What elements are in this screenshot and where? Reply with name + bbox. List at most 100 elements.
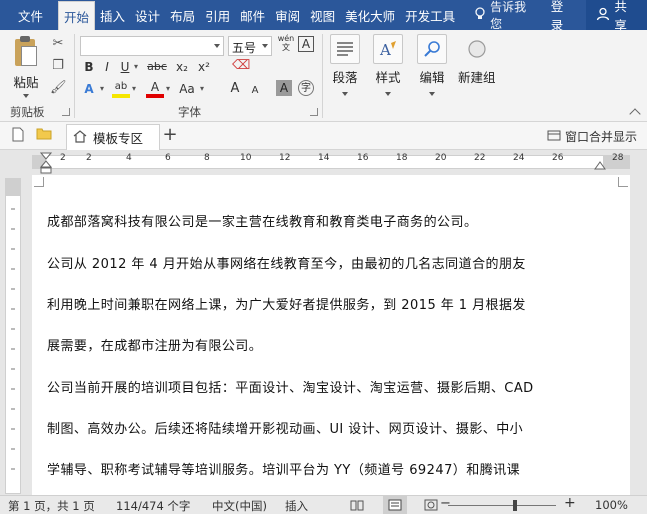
ruler-tick: 12 bbox=[279, 153, 291, 163]
format-painter-icon[interactable]: 🖌 bbox=[50, 80, 67, 96]
merge-windows-button[interactable]: 窗口合并显示 bbox=[547, 128, 637, 145]
phonetic-guide-button[interactable]: wén 文 bbox=[276, 34, 296, 52]
ruler-tick: 8 bbox=[204, 153, 210, 163]
highlight-button[interactable]: ab bbox=[112, 78, 130, 98]
clear-formatting-icon[interactable]: ⌫ bbox=[232, 58, 250, 74]
font-name-combo[interactable] bbox=[80, 36, 224, 56]
tab-design[interactable]: 设计 bbox=[130, 0, 165, 30]
share-button[interactable]: 共享 bbox=[586, 0, 647, 33]
editing-button[interactable]: 编辑 bbox=[417, 34, 447, 96]
chevron-down-icon[interactable]: ▾ bbox=[164, 81, 172, 97]
tab-file[interactable]: 文件 bbox=[0, 0, 58, 30]
web-layout-icon[interactable] bbox=[424, 499, 438, 514]
shrink-font-button[interactable]: A bbox=[246, 82, 264, 100]
document-line: 学辅导、职称考试辅导等培训服务。培训平台为 YY（频道号 69247）和腾讯课 bbox=[47, 463, 521, 478]
chevron-down-icon[interactable] bbox=[23, 94, 29, 98]
paragraph-icon bbox=[330, 34, 360, 64]
cut-icon[interactable]: ✂ bbox=[50, 36, 66, 52]
svg-text:A: A bbox=[379, 41, 391, 58]
tab-home[interactable]: 开始 bbox=[58, 1, 96, 30]
change-case-button[interactable]: Aa bbox=[176, 80, 198, 98]
zoom-level[interactable]: 100% bbox=[595, 498, 628, 512]
styles-label: 样式 bbox=[375, 70, 401, 85]
margin-corner-mark bbox=[618, 177, 628, 187]
editing-label: 编辑 bbox=[419, 70, 445, 85]
ruler-tick: 2 bbox=[86, 153, 92, 163]
chevron-down-icon[interactable]: ▾ bbox=[130, 81, 138, 97]
new-document-icon[interactable] bbox=[10, 127, 26, 143]
insert-mode[interactable]: 插入 bbox=[285, 498, 308, 514]
vertical-ruler[interactable] bbox=[5, 178, 21, 494]
page-count[interactable]: 第 1 页，共 1 页 bbox=[8, 498, 95, 514]
read-mode-icon[interactable] bbox=[350, 499, 364, 514]
ribbon-tab-bar: 文件 开始 插入 设计 布局 引用 邮件 审阅 视图 美化大师 开发工具 告诉我… bbox=[0, 0, 647, 33]
chevron-down-icon bbox=[385, 92, 391, 96]
margin-corner-mark bbox=[34, 177, 44, 187]
tab-layout[interactable]: 布局 bbox=[165, 0, 200, 30]
document-page[interactable]: 成都部落窝科技有限公司是一家主营在线教育和教育类电子商务的公司。 公司从 201… bbox=[32, 175, 630, 495]
word-count[interactable]: 114/474 个字 bbox=[116, 498, 190, 514]
paste-button[interactable]: 粘贴 bbox=[6, 34, 46, 98]
chevron-down-icon[interactable]: ▾ bbox=[198, 81, 206, 97]
lightbulb-icon bbox=[474, 6, 486, 24]
zoom-slider-thumb[interactable] bbox=[513, 500, 517, 511]
ruler-tick: 16 bbox=[357, 153, 369, 163]
chevron-down-icon bbox=[342, 92, 348, 96]
clipboard-launcher-icon[interactable] bbox=[62, 108, 70, 116]
paragraph-button[interactable]: 段落 bbox=[330, 34, 360, 96]
font-color-button[interactable]: A bbox=[146, 78, 164, 98]
indent-marker-icon[interactable] bbox=[40, 152, 52, 174]
document-line: 制图、高效办公。后续还将陆续增开影视动画、UI 设计、网页设计、摄影、中小 bbox=[47, 422, 524, 437]
tab-review[interactable]: 审阅 bbox=[270, 0, 305, 30]
font-launcher-icon[interactable] bbox=[310, 108, 318, 116]
status-bar: 第 1 页，共 1 页 114/474 个字 中文(中国) 插入 − + 100… bbox=[0, 495, 647, 514]
top-margin-area bbox=[5, 178, 21, 196]
character-border-button[interactable]: A bbox=[298, 36, 314, 52]
tab-references[interactable]: 引用 bbox=[200, 0, 235, 30]
tab-view[interactable]: 视图 bbox=[305, 0, 340, 30]
zoom-out-button[interactable]: − bbox=[440, 496, 451, 511]
enclose-characters-button[interactable]: 字 bbox=[298, 80, 314, 96]
italic-button[interactable]: I bbox=[98, 58, 116, 76]
character-shading-button[interactable]: A bbox=[276, 80, 292, 96]
print-layout-icon[interactable] bbox=[383, 496, 407, 514]
chevron-down-icon[interactable]: ▾ bbox=[132, 59, 140, 75]
ruler-tick: 22 bbox=[474, 153, 486, 163]
chevron-down-icon[interactable]: ▾ bbox=[98, 81, 106, 97]
add-tab-icon[interactable]: + bbox=[162, 126, 178, 144]
tab-beautify[interactable]: 美化大师 bbox=[340, 0, 400, 30]
ruler-tick: 26 bbox=[552, 153, 564, 163]
document-line: 公司从 2012 年 4 月开始从事网络在线教育至今，由最初的几名志同道合的朋友 bbox=[47, 257, 526, 272]
clipboard-group-label: 剪贴板 bbox=[10, 105, 45, 119]
folder-icon[interactable] bbox=[36, 127, 52, 143]
ruler-tick: 28 bbox=[612, 153, 624, 163]
text-effects-button[interactable]: A bbox=[80, 80, 98, 98]
login-link[interactable]: 登录 bbox=[551, 0, 575, 33]
subscript-button[interactable]: x₂ bbox=[172, 58, 192, 76]
new-group-button[interactable]: 新建组 bbox=[458, 34, 496, 86]
tab-template-zone[interactable]: 模板专区 bbox=[66, 124, 160, 150]
grow-font-button[interactable]: A bbox=[226, 80, 244, 98]
bold-button[interactable]: B bbox=[80, 58, 98, 76]
tab-template-zone-label: 模板专区 bbox=[93, 131, 144, 146]
ruler-tick: 24 bbox=[513, 153, 525, 163]
font-group-label: 字体 bbox=[178, 105, 201, 119]
document-line: 展需要，在成都市注册为有限公司。 bbox=[47, 339, 263, 354]
styles-button[interactable]: A 样式 bbox=[373, 34, 403, 96]
zoom-slider[interactable] bbox=[448, 505, 556, 506]
tell-me-button[interactable]: 告诉我您 bbox=[474, 0, 535, 31]
tab-insert[interactable]: 插入 bbox=[95, 0, 130, 30]
zoom-in-button[interactable]: + bbox=[564, 495, 576, 511]
tab-developer[interactable]: 开发工具 bbox=[400, 0, 460, 30]
collapse-ribbon-icon[interactable] bbox=[629, 108, 641, 120]
group-divider bbox=[74, 34, 75, 118]
tab-mailings[interactable]: 邮件 bbox=[235, 0, 270, 30]
language-indicator[interactable]: 中文(中国) bbox=[212, 498, 267, 514]
superscript-button[interactable]: x² bbox=[194, 58, 214, 76]
right-indent-marker-icon[interactable] bbox=[594, 160, 606, 170]
document-tab-bar: 模板专区 + 窗口合并显示 bbox=[0, 122, 647, 150]
font-size-combo[interactable]: 五号 bbox=[228, 36, 272, 56]
copy-icon[interactable]: ❐ bbox=[50, 58, 66, 74]
horizontal-ruler[interactable]: 2 2 4 6 8 10 12 14 16 18 20 22 24 26 28 bbox=[0, 150, 647, 174]
strikethrough-button[interactable]: abc bbox=[144, 58, 170, 76]
